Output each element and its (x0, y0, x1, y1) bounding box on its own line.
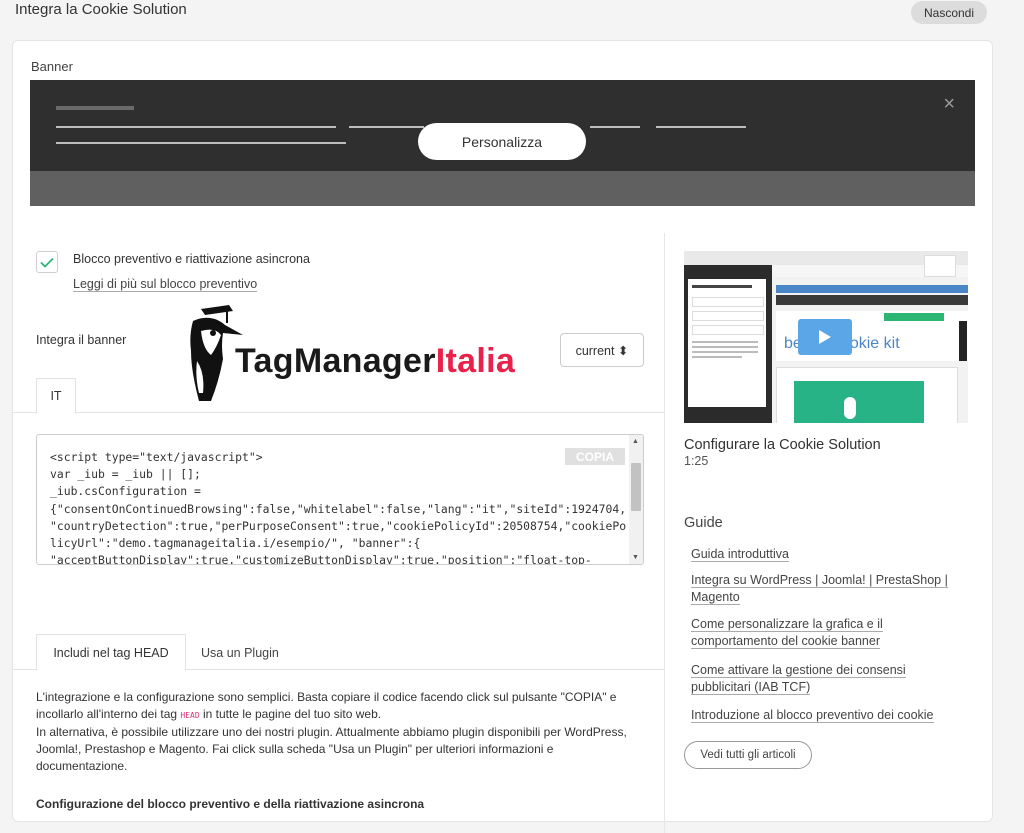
blocking-info-link-text[interactable]: Leggi di più sul blocco preventivo (73, 277, 258, 292)
description-text-3: In alternativa, è possibile utilizzare u… (36, 725, 627, 773)
blocking-label: Blocco preventivo e riattivazione asincr… (73, 252, 310, 266)
scroll-down-icon[interactable]: ▼ (632, 554, 639, 561)
code-box[interactable]: <script type="text/javascript"> var _iub… (36, 434, 644, 565)
video-duration: 1:25 (684, 454, 709, 468)
integration-description: L'integrazione e la configurazione sono … (36, 689, 642, 775)
guide-link-customize[interactable]: Come personalizzare la grafica e il comp… (691, 616, 961, 650)
hide-button[interactable]: Nascondi (911, 1, 987, 24)
blocking-config-heading: Configurazione del blocco preventivo e d… (36, 797, 425, 811)
play-button[interactable] (798, 319, 852, 355)
guide-link-intro-text[interactable]: Guida introduttiva (691, 547, 789, 562)
customize-button[interactable]: Personalizza (418, 123, 586, 160)
guide-link-blocking[interactable]: Introduzione al blocco preventivo dei co… (691, 707, 961, 724)
guide-link-blocking-text[interactable]: Introduzione al blocco preventivo dei co… (691, 708, 934, 723)
guide-link-iab-tcf-text[interactable]: Come attivare la gestione dei consensi p… (691, 663, 906, 695)
tab-use-plugin[interactable]: Usa un Plugin (201, 646, 279, 660)
guide-link-customize-text[interactable]: Come personalizzare la grafica e il comp… (691, 617, 883, 649)
video-thumbnail[interactable]: benda cookie kit (684, 251, 968, 423)
description-text-2: in tutte le pagine del tuo sito web. (199, 707, 382, 721)
code-snippet[interactable]: <script type="text/javascript"> var _iub… (50, 449, 630, 564)
version-select[interactable]: current ⬍ (560, 333, 644, 367)
copy-button[interactable]: COPIA (565, 448, 625, 465)
scroll-thumb[interactable] (631, 463, 641, 511)
video-title[interactable]: Configurare la Cookie Solution (684, 437, 881, 453)
tagmanageritalia-logo: TagManagerItalia (171, 301, 541, 401)
scroll-up-icon[interactable]: ▲ (632, 438, 639, 445)
banner-section-label: Banner (31, 59, 73, 74)
guide-link-platforms-text[interactable]: Integra su WordPress | Joomla! | PrestaS… (691, 573, 948, 605)
checkmark-icon (40, 257, 54, 268)
page-title: Integra la Cookie Solution (15, 1, 187, 18)
guide-link-platforms[interactable]: Integra su WordPress | Joomla! | PrestaS… (691, 572, 961, 606)
logo-text-accent: Italia (435, 342, 516, 380)
all-articles-button[interactable]: Vedi tutti gli articoli (684, 741, 812, 769)
tabs-divider (13, 412, 664, 413)
play-icon (819, 330, 831, 344)
banner-preview: × Personalizza (30, 80, 975, 206)
blocking-info-link[interactable]: Leggi di più sul blocco preventivo (73, 277, 258, 292)
code-scrollbar[interactable]: ▲ ▼ (629, 435, 643, 564)
guide-title: Guide (684, 515, 723, 531)
banner-footer-strip (30, 171, 975, 206)
integrate-banner-label: Integra il banner (36, 333, 127, 347)
tab-it[interactable]: IT (36, 378, 76, 414)
blocking-checkbox[interactable] (36, 251, 58, 273)
column-divider (664, 233, 665, 833)
head-tag-code: HEAD (180, 711, 200, 720)
tab-include-head[interactable]: Includi nel tag HEAD (36, 634, 186, 671)
logo-text-main: TagManager (235, 342, 436, 380)
integration-card: Banner × Personalizza Blocco preventivo … (12, 40, 993, 833)
guide-link-iab-tcf[interactable]: Come attivare la gestione dei consensi p… (691, 662, 961, 696)
guide-link-intro[interactable]: Guida introduttiva (691, 546, 961, 563)
banner-close-icon[interactable]: × (943, 94, 955, 114)
